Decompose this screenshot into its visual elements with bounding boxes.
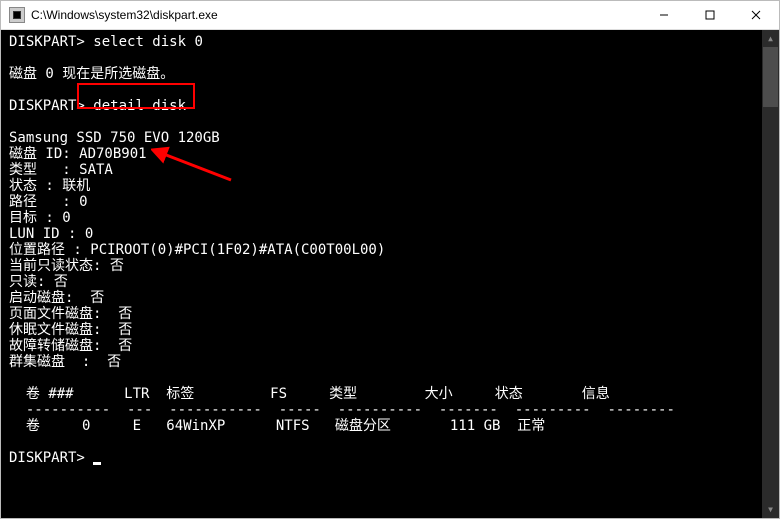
- prompt: DISKPART>: [9, 98, 85, 114]
- titlebar[interactable]: C:\Windows\system32\diskpart.exe: [1, 1, 779, 30]
- app-icon: [9, 7, 25, 23]
- readonly: 只读: 否: [9, 274, 68, 290]
- disk-id: 磁盘 ID: AD70B901: [9, 146, 147, 162]
- volume-table-header: 卷 ### LTR 标签 FS 类型 大小 状态 信息: [9, 386, 610, 402]
- annotation-red-box: [77, 83, 195, 109]
- maximize-button[interactable]: [687, 1, 733, 29]
- minimize-button[interactable]: [641, 1, 687, 29]
- prompt: DISKPART>: [9, 34, 85, 50]
- crashdump-disk: 故障转储磁盘: 否: [9, 338, 132, 354]
- disk-target: 目标 : 0: [9, 210, 71, 226]
- scroll-up-button[interactable]: ▲: [762, 30, 779, 47]
- disk-path: 路径 : 0: [9, 194, 88, 210]
- window-title: C:\Windows\system32\diskpart.exe: [31, 8, 641, 22]
- close-button[interactable]: [733, 1, 779, 29]
- vertical-scrollbar[interactable]: ▲ ▼: [762, 30, 779, 518]
- disk-model: Samsung SSD 750 EVO 120GB: [9, 130, 220, 146]
- hiberfile-disk: 休眠文件磁盘: 否: [9, 322, 132, 338]
- disk-status: 状态 : 联机: [9, 178, 90, 194]
- pagefile-disk: 页面文件磁盘: 否: [9, 306, 132, 322]
- terminal-output[interactable]: DISKPART> select disk 0 磁盘 0 现在是所选磁盘。 DI…: [1, 30, 779, 518]
- cursor: [93, 462, 101, 465]
- prompt: DISKPART>: [9, 450, 85, 466]
- diskpart-window: C:\Windows\system32\diskpart.exe DISKPAR…: [0, 0, 780, 519]
- cluster-disk: 群集磁盘 : 否: [9, 354, 121, 370]
- disk-type: 类型 : SATA: [9, 162, 113, 178]
- scroll-thumb[interactable]: [763, 47, 778, 107]
- scroll-down-button[interactable]: ▼: [762, 501, 779, 518]
- volume-table-divider: ---------- --- ----------- ----- -------…: [9, 402, 675, 418]
- command-select-disk: select disk 0: [93, 34, 203, 50]
- readonly-state: 当前只读状态: 否: [9, 258, 124, 274]
- volume-table-row: 卷 0 E 64WinXP NTFS 磁盘分区 111 GB 正常: [9, 418, 545, 434]
- msg-disk-selected: 磁盘 0 现在是所选磁盘。: [9, 66, 174, 82]
- disk-lun: LUN ID : 0: [9, 226, 93, 242]
- boot-disk: 启动磁盘: 否: [9, 290, 104, 306]
- disk-location-path: 位置路径 : PCIROOT(0)#PCI(1F02)#ATA(C00T00L0…: [9, 242, 385, 258]
- annotation-arrow-icon: [151, 145, 236, 185]
